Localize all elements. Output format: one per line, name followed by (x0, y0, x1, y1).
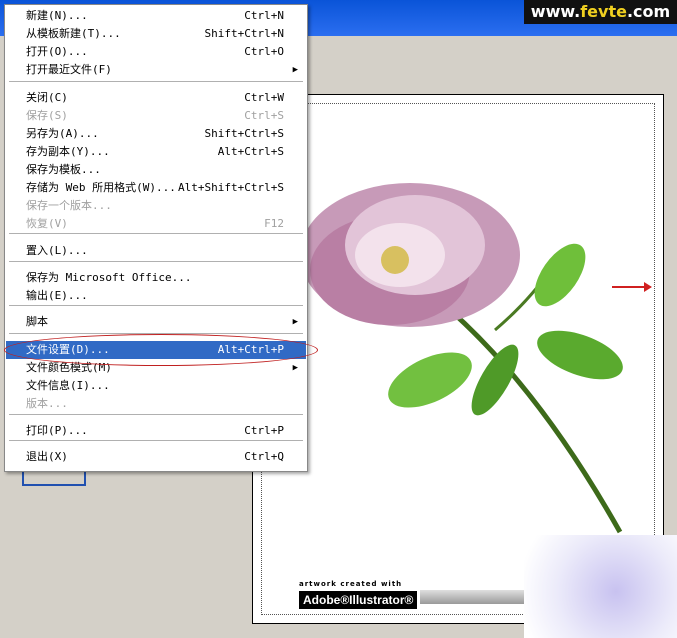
menu-item-shortcut: Shift+Ctrl+N (204, 27, 284, 40)
menu-item-shortcut: Ctrl+N (244, 9, 284, 22)
watermark-prefix: www. (530, 2, 581, 21)
menu-item-shortcut: Ctrl+O (244, 45, 284, 58)
menu-item-shortcut: Ctrl+S (244, 109, 284, 122)
menu-item-label: 版本... (26, 397, 68, 410)
menu-item-label: 保存(S) (26, 109, 68, 122)
menu-item-shortcut: Alt+Shift+Ctrl+S (178, 181, 284, 194)
watermark-suffix: .com (626, 2, 671, 21)
red-arrow-annotation (612, 282, 652, 292)
adobe-illustrator-badge: Adobe®Illustrator® (299, 591, 417, 609)
gradient-strip (420, 590, 524, 604)
menu-item[interactable]: 关闭(C) Ctrl+W (6, 89, 306, 107)
menu-item-label: 关闭(C) (26, 91, 68, 104)
leaf (534, 243, 586, 307)
watermark-brand: fevte (580, 2, 627, 21)
menu-separator (9, 81, 303, 83)
menu-item[interactable]: 打印(P)... Ctrl+P (6, 422, 306, 440)
artwork-credit: artwork created with Adobe®Illustrator® (299, 580, 417, 612)
menu-item: 版本... (6, 395, 306, 413)
menu-item-label: 打开最近文件(F) (26, 63, 112, 76)
menu-separator (9, 440, 303, 442)
menu-item-label: 退出(X) (26, 450, 68, 463)
menu-item[interactable]: 存储为 Web 所用格式(W)... Alt+Shift+Ctrl+S (6, 179, 306, 197)
menu-separator (9, 305, 303, 307)
menu-item[interactable]: 文件信息(I)... (6, 377, 306, 395)
file-menu: 新建(N)... Ctrl+N 从模板新建(T)... Shift+Ctrl+N 打开(… (4, 4, 308, 472)
menu-item-label: 打印(P)... (26, 424, 88, 437)
menu-item[interactable]: 退出(X) Ctrl+Q (6, 448, 306, 466)
highlight-annotation-oval (4, 334, 318, 366)
submenu-arrow-icon: ▶ (292, 317, 298, 327)
leaf (388, 352, 472, 408)
menu-item-label: 存储为 Web 所用格式(W)... (26, 181, 176, 194)
menu-item-label: 保存一个版本... (26, 199, 112, 212)
menu-item-label: 脚本 (26, 315, 48, 328)
menu-separator (9, 261, 303, 263)
menu-item[interactable]: 打开最近文件(F) ▶ (6, 61, 306, 79)
menu-item: 保存(S) Ctrl+S (6, 107, 306, 125)
menu-item[interactable]: 保存为 Microsoft Office... (6, 269, 306, 287)
menu-item[interactable]: 输出(E)... (6, 287, 306, 305)
menu-item-label: 打开(O)... (26, 45, 88, 58)
menu-item[interactable]: 置入(L)... (6, 242, 306, 260)
menu-item[interactable]: 另存为(A)... Shift+Ctrl+S (6, 125, 306, 143)
menu-item-shortcut: Ctrl+Q (244, 450, 284, 463)
credit-line: artwork created with (299, 580, 403, 588)
submenu-arrow-icon: ▶ (292, 65, 298, 75)
rose-illustration (300, 183, 623, 534)
menu-item-label: 新建(N)... (26, 9, 88, 22)
menu-item-label: 恢复(V) (26, 217, 68, 230)
menu-item: 恢复(V) F12 (6, 215, 306, 233)
menu-item: 保存一个版本... (6, 197, 306, 215)
corner-glow (524, 535, 677, 638)
menu-item[interactable]: 新建(N)... Ctrl+N (6, 7, 306, 25)
menu-item-shortcut: Ctrl+W (244, 91, 284, 104)
menu-item-shortcut: Alt+Ctrl+S (217, 145, 284, 158)
menu-item-label: 保存为 Microsoft Office... (26, 271, 192, 284)
rose-center (381, 246, 409, 274)
menu-item-shortcut: Shift+Ctrl+S (204, 127, 284, 140)
menu-item[interactable]: 从模板新建(T)... Shift+Ctrl+N (6, 25, 306, 43)
menu-item[interactable]: 打开(O)... Ctrl+O (6, 43, 306, 61)
menu-item-label: 输出(E)... (26, 289, 88, 302)
watermark-logo: www.fevte.com (524, 0, 677, 24)
menu-item[interactable]: 保存为模板... (6, 161, 306, 179)
menu-item-label: 保存为模板... (26, 163, 101, 176)
menu-item[interactable]: 脚本 ▶ (6, 313, 306, 331)
menu-item-shortcut: F12 (264, 217, 284, 230)
menu-item-label: 置入(L)... (26, 244, 88, 257)
menu-item-label: 文件信息(I)... (26, 379, 110, 392)
menu-item[interactable]: 存为副本(Y)... Alt+Ctrl+S (6, 143, 306, 161)
menu-item-label: 另存为(A)... (26, 127, 99, 140)
menu-item-label: 存为副本(Y)... (26, 145, 110, 158)
submenu-arrow-icon: ▶ (292, 363, 298, 373)
leaf (537, 330, 623, 380)
menu-item-label: 从模板新建(T)... (26, 27, 121, 40)
menu-separator (9, 414, 303, 416)
menu-item-shortcut: Ctrl+P (244, 424, 284, 437)
menu-separator (9, 233, 303, 235)
